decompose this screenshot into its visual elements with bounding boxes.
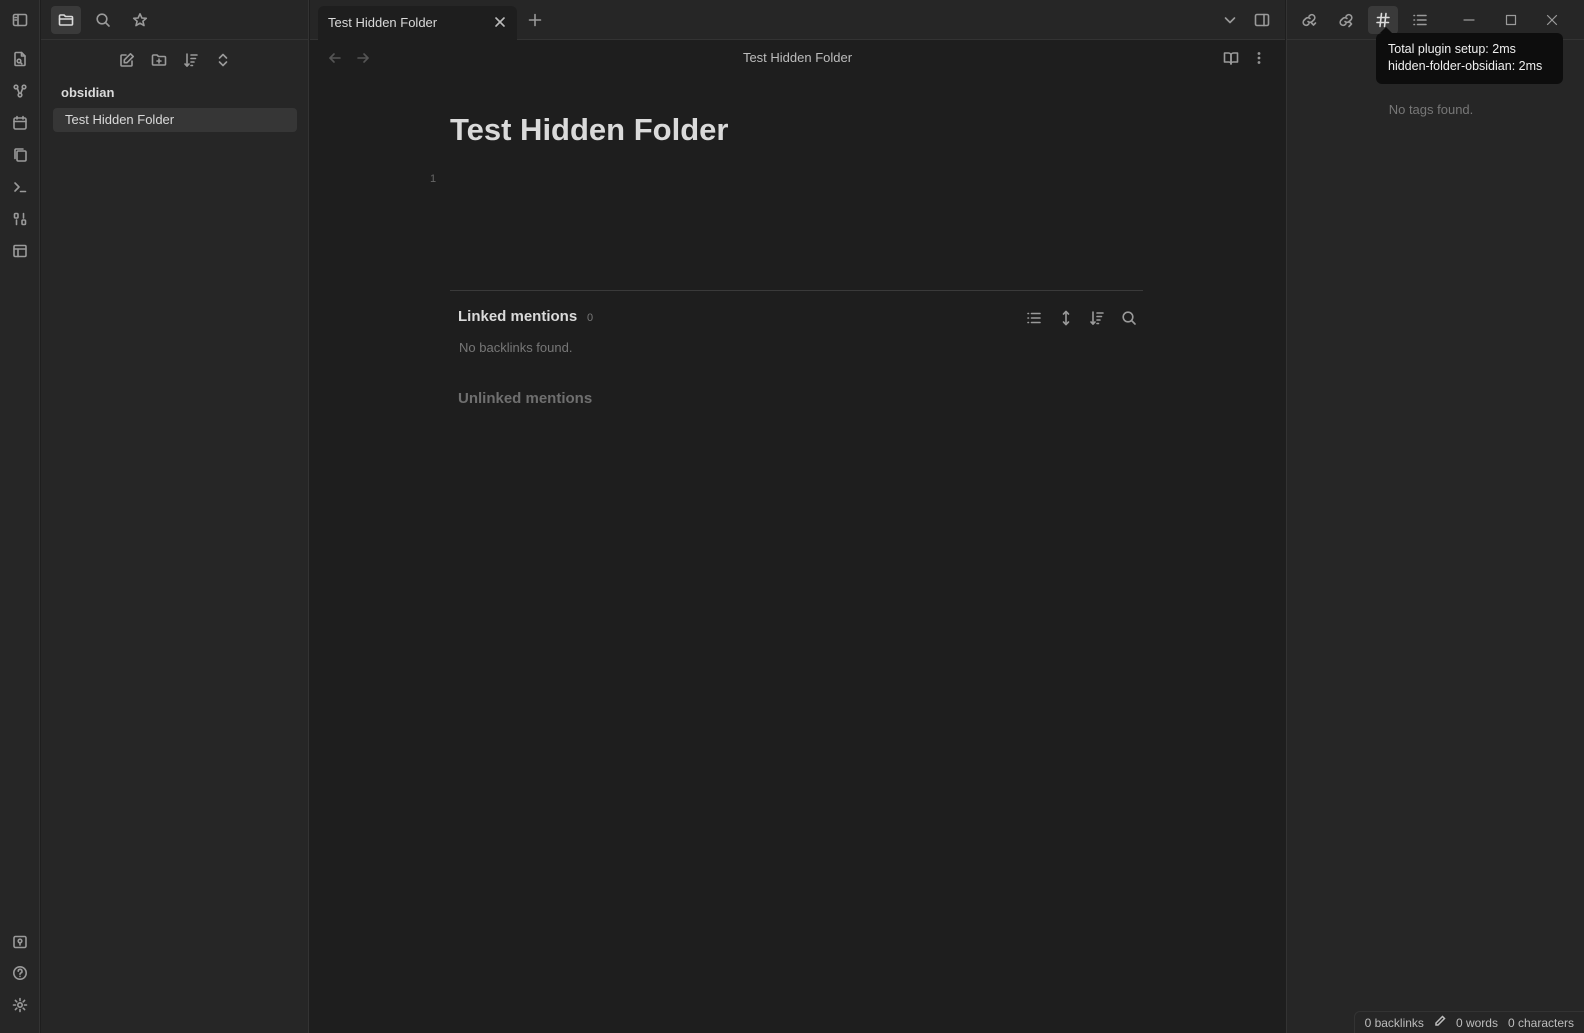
close-icon[interactable] <box>493 15 509 31</box>
backlinks-count[interactable]: 0 backlinks <box>1365 1016 1424 1030</box>
move-vertical-icon <box>1062 310 1070 326</box>
link-in-icon <box>1302 13 1317 27</box>
minimize-button[interactable] <box>1455 6 1483 34</box>
note-title[interactable]: Test Hidden Folder <box>450 112 728 148</box>
minimize-icon <box>1463 19 1475 21</box>
list-icon <box>1413 14 1427 26</box>
outline-tab[interactable] <box>1405 6 1435 34</box>
editor-area: Test Hidden Folder Test Hidden Folder Te… <box>310 0 1285 1033</box>
sidebar-toggle-icon[interactable] <box>9 9 31 31</box>
new-note-button[interactable] <box>112 46 142 74</box>
close-icon <box>1546 14 1558 26</box>
toggle-right-sidebar-button[interactable] <box>1247 6 1277 34</box>
tab-label: Test Hidden Folder <box>328 15 438 30</box>
folder-icon <box>58 14 74 26</box>
book-open-icon <box>1223 52 1239 65</box>
reading-view-button[interactable] <box>1216 44 1246 72</box>
sort-icon <box>1090 311 1104 325</box>
new-folder-button[interactable] <box>144 46 174 74</box>
bookmarks-tab[interactable] <box>125 6 155 34</box>
collapse-results-button[interactable] <box>1019 304 1049 332</box>
file-explorer-tab[interactable] <box>51 6 81 34</box>
plugin-timing-tooltip: Total plugin setup: 2ms hidden-folder-ob… <box>1376 27 1563 84</box>
character-count: 0 characters <box>1507 1015 1574 1030</box>
new-tab-button[interactable] <box>520 6 550 34</box>
edit-icon <box>120 53 134 67</box>
more-options-button[interactable] <box>1244 44 1274 72</box>
link-out-icon <box>1339 13 1353 28</box>
sort-results-button[interactable] <box>1082 304 1112 332</box>
search-tab[interactable] <box>88 6 118 34</box>
sort-button[interactable] <box>176 46 206 74</box>
ribbon <box>0 0 40 1033</box>
vault-switch-icon[interactable] <box>9 931 31 953</box>
linked-mentions-heading[interactable]: Linked mentions <box>458 308 577 325</box>
edit-mode-icon[interactable] <box>1434 1015 1446 1030</box>
outgoing-links-tab[interactable] <box>1331 6 1361 34</box>
show-more-context-button[interactable] <box>1051 304 1081 332</box>
more-vertical-icon <box>1257 52 1261 64</box>
file-item[interactable]: Test Hidden Folder <box>53 108 297 132</box>
no-tags-message: No tags found. <box>1388 102 1474 117</box>
tab-test-hidden-folder[interactable]: Test Hidden Folder <box>318 6 517 40</box>
view-header-title[interactable]: Test Hidden Folder <box>310 50 1285 65</box>
left-sidebar: obsidian Test Hidden Folder <box>41 0 309 1033</box>
maximize-icon <box>1505 14 1517 26</box>
graph-icon[interactable] <box>9 80 31 102</box>
settings-icon[interactable] <box>9 994 31 1016</box>
folder-plus-icon <box>151 54 167 66</box>
no-backlinks-message: No backlinks found. <box>459 340 573 355</box>
terminal-icon[interactable] <box>9 176 31 198</box>
plus-icon <box>528 13 542 27</box>
list-icon <box>1027 312 1041 324</box>
tab-list-button[interactable] <box>1215 6 1245 34</box>
status-bar: 0 backlinks 0 words 0 characters <box>1353 1011 1584 1033</box>
copy-icon[interactable] <box>9 144 31 166</box>
search-results-button[interactable] <box>1114 304 1144 332</box>
unlinked-mentions-heading[interactable]: Unlinked mentions <box>458 390 592 407</box>
chevrons-up-down-icon <box>218 53 228 67</box>
search-icon <box>1122 311 1136 325</box>
tab-bar: Test Hidden Folder <box>310 0 1285 40</box>
sidebar-right-icon <box>1254 13 1270 27</box>
maximize-button[interactable] <box>1497 6 1525 34</box>
search-icon <box>96 13 110 27</box>
line-number: 1 <box>430 173 437 185</box>
backlinks-divider <box>450 290 1143 291</box>
chevron-down-icon <box>1224 17 1236 24</box>
vault-name[interactable]: obsidian <box>61 85 114 100</box>
collapse-all-button[interactable] <box>208 46 238 74</box>
tooltip-line-total: Total plugin setup: 2ms <box>1388 42 1516 56</box>
word-count: 0 words <box>1455 1015 1498 1030</box>
backlinks-tab[interactable] <box>1294 6 1324 34</box>
star-icon <box>132 12 148 27</box>
right-sidebar: No tags found. <box>1286 0 1584 1033</box>
tooltip-line-plugin: hidden-folder-obsidian: 2ms <box>1388 59 1543 73</box>
help-icon[interactable] <box>9 962 31 984</box>
obsidian-window: obsidian Test Hidden Folder Test Hidden … <box>0 0 1584 1033</box>
files-icon[interactable] <box>9 48 31 70</box>
linked-mentions-count: 0 <box>587 312 594 324</box>
close-window-button[interactable] <box>1538 6 1566 34</box>
binary-icon[interactable] <box>9 208 31 230</box>
layout-icon[interactable] <box>9 240 31 262</box>
hash-icon <box>1376 12 1390 28</box>
calendar-icon[interactable] <box>9 112 31 134</box>
sort-icon <box>184 53 198 67</box>
